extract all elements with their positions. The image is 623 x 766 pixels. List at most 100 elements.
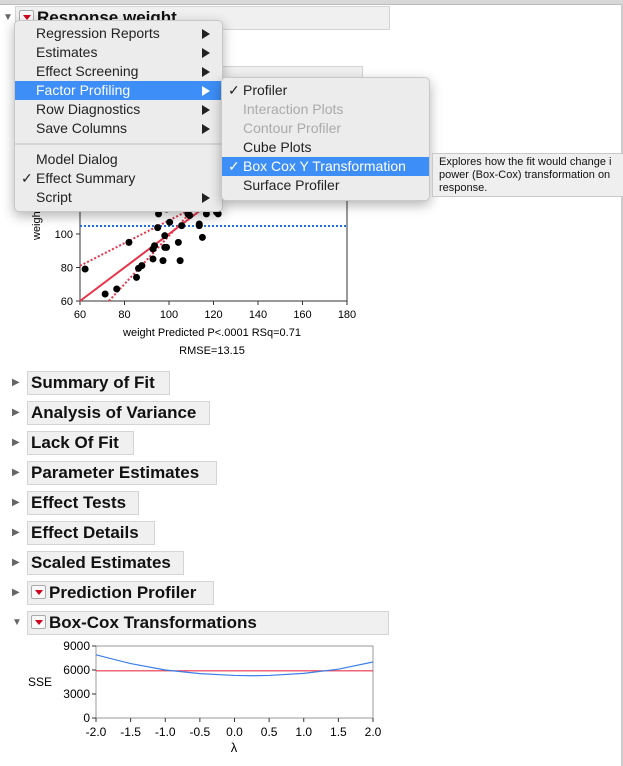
x-tick-label: 120 <box>204 309 222 321</box>
data-point <box>149 255 157 263</box>
menu-item-label: Contour Profiler <box>243 120 342 136</box>
data-point <box>186 212 194 220</box>
x-tick-label: 160 <box>293 309 311 321</box>
menu-item-estimates[interactable]: Estimates <box>15 43 222 62</box>
submenu-item-profiler[interactable]: ✓ Profiler <box>222 81 429 100</box>
x-tick-label: 1.5 <box>330 725 347 739</box>
menu-item-label: Factor Profiling <box>36 82 131 98</box>
section-lack-of-fit[interactable]: Lack Of Fit <box>27 431 134 455</box>
submenu-arrow-icon <box>202 86 210 96</box>
menu-separator <box>15 143 222 145</box>
submenu-arrow-icon <box>202 67 210 77</box>
disclosure-triangle-icon[interactable]: ▶ <box>12 497 20 508</box>
x-axis-label: λ <box>231 740 238 755</box>
menu-item-label: Regression Reports <box>36 25 160 41</box>
menu-item-script[interactable]: Script <box>15 188 222 207</box>
menu-item-label: Effect Summary <box>36 170 136 186</box>
checkmark-icon: ✓ <box>228 158 240 174</box>
red-triangle-menu-icon[interactable] <box>31 584 46 599</box>
y-axis-label: SSE <box>28 675 52 689</box>
x-tick-label: 100 <box>160 309 178 321</box>
disclosure-triangle-icon[interactable]: ▶ <box>12 557 20 568</box>
context-menu: Regression Reports Estimates Effect Screen… <box>14 20 223 212</box>
menu-item-label: Profiler <box>243 82 288 98</box>
checkmark-icon: ✓ <box>21 170 33 186</box>
menu-item-label: Effect Screening <box>36 63 139 79</box>
x-tick-label: -1.5 <box>120 725 141 739</box>
y-tick-label: 0 <box>83 711 90 725</box>
x-tick-label: 180 <box>338 309 356 321</box>
red-triangle-menu-icon[interactable] <box>31 614 46 629</box>
section-scaled-estimates[interactable]: Scaled Estimates <box>27 551 184 575</box>
x-tick-label: 0.0 <box>226 725 243 739</box>
submenu-arrow-icon <box>202 193 210 203</box>
y-tick-label: 60 <box>61 296 73 308</box>
section-title: Lack Of Fit <box>31 433 119 452</box>
x-tick-label: -0.5 <box>190 725 211 739</box>
data-point <box>176 257 184 265</box>
data-point <box>81 265 89 273</box>
submenu-arrow-icon <box>202 124 210 134</box>
y-tick-label: 9000 <box>63 639 90 653</box>
menu-item-label: Save Columns <box>36 120 128 136</box>
disclosure-triangle-icon[interactable]: ▶ <box>12 377 20 388</box>
submenu-item-box-cox-y-transformation[interactable]: ✓ Box Cox Y Transformation <box>222 157 429 176</box>
data-point <box>125 238 133 246</box>
menu-item-model-dialog[interactable]: Model Dialog <box>15 150 222 169</box>
data-point <box>154 224 162 232</box>
x-axis-label: weight Predicted P<.0001 RSq=0.71 <box>122 327 301 339</box>
section-prediction-profiler[interactable]: Prediction Profiler <box>27 581 214 605</box>
submenu-item-cube-plots[interactable]: Cube Plots <box>222 138 429 157</box>
section-analysis-of-variance[interactable]: Analysis of Variance <box>27 401 210 425</box>
menu-item-label: Script <box>36 189 72 205</box>
section-box-cox-transformations[interactable]: Box-Cox Transformations <box>27 611 389 635</box>
section-effect-details[interactable]: Effect Details <box>27 521 155 545</box>
section-title: Effect Details <box>31 523 139 542</box>
menu-item-label: Surface Profiler <box>243 177 340 193</box>
x-tick-label: 80 <box>118 309 130 321</box>
y-axis-label: weight <box>31 208 43 241</box>
section-title: Box-Cox Transformations <box>49 613 257 632</box>
data-point <box>166 218 174 226</box>
menu-item-save-columns[interactable]: Save Columns <box>15 119 222 138</box>
data-point <box>195 220 203 228</box>
collapse-triangle-icon[interactable]: ▼ <box>3 12 13 23</box>
menu-item-row-diagnostics[interactable]: Row Diagnostics <box>15 100 222 119</box>
rmse-label: RMSE=13.15 <box>179 345 245 357</box>
section-summary-of-fit[interactable]: Summary of Fit <box>27 371 170 395</box>
disclosure-triangle-icon[interactable]: ▼ <box>12 617 22 628</box>
menu-item-factor-profiling[interactable]: Factor Profiling <box>15 81 222 100</box>
menu-item-label: Box Cox Y Transformation <box>243 158 406 174</box>
section-parameter-estimates[interactable]: Parameter Estimates <box>27 461 217 485</box>
section-title: Summary of Fit <box>31 373 155 392</box>
data-point <box>159 257 167 265</box>
x-tick-label: 2.0 <box>365 725 382 739</box>
x-tick-label: -2.0 <box>86 725 107 739</box>
disclosure-triangle-icon[interactable]: ▶ <box>12 587 20 598</box>
menu-item-effect-screening[interactable]: Effect Screening <box>15 62 222 81</box>
factor-profiling-submenu: ✓ Profiler Interaction Plots Contour Profil… <box>221 77 430 201</box>
data-point <box>163 243 171 251</box>
data-point <box>113 285 121 293</box>
data-point <box>178 222 186 230</box>
checkmark-icon: ✓ <box>228 82 240 98</box>
menu-item-effect-summary[interactable]: ✓ Effect Summary <box>15 169 222 188</box>
x-tick-label: 1.0 <box>295 725 312 739</box>
section-title: Scaled Estimates <box>31 553 171 572</box>
submenu-item-surface-profiler[interactable]: Surface Profiler <box>222 176 429 195</box>
submenu-arrow-icon <box>202 29 210 39</box>
disclosure-triangle-icon[interactable]: ▶ <box>12 407 20 418</box>
plot-frame <box>95 645 374 719</box>
disclosure-triangle-icon[interactable]: ▶ <box>12 437 20 448</box>
section-title: Analysis of Variance <box>31 403 197 422</box>
disclosure-triangle-icon[interactable]: ▶ <box>12 467 20 478</box>
section-title: Prediction Profiler <box>49 583 197 602</box>
section-effect-tests[interactable]: Effect Tests <box>27 491 139 515</box>
data-point <box>198 233 206 241</box>
y-tick-label: 100 <box>55 229 73 241</box>
box-cox-chart: -2.0 -1.5 -1.0 -0.5 0.0 0.5 1.0 1.5 2.0 0 3000 6000… <box>28 639 382 755</box>
menu-item-regression-reports[interactable]: Regression Reports <box>15 24 222 43</box>
menu-item-label: Cube Plots <box>243 139 312 155</box>
x-tick-label: 0.5 <box>261 725 278 739</box>
disclosure-triangle-icon[interactable]: ▶ <box>12 527 20 538</box>
